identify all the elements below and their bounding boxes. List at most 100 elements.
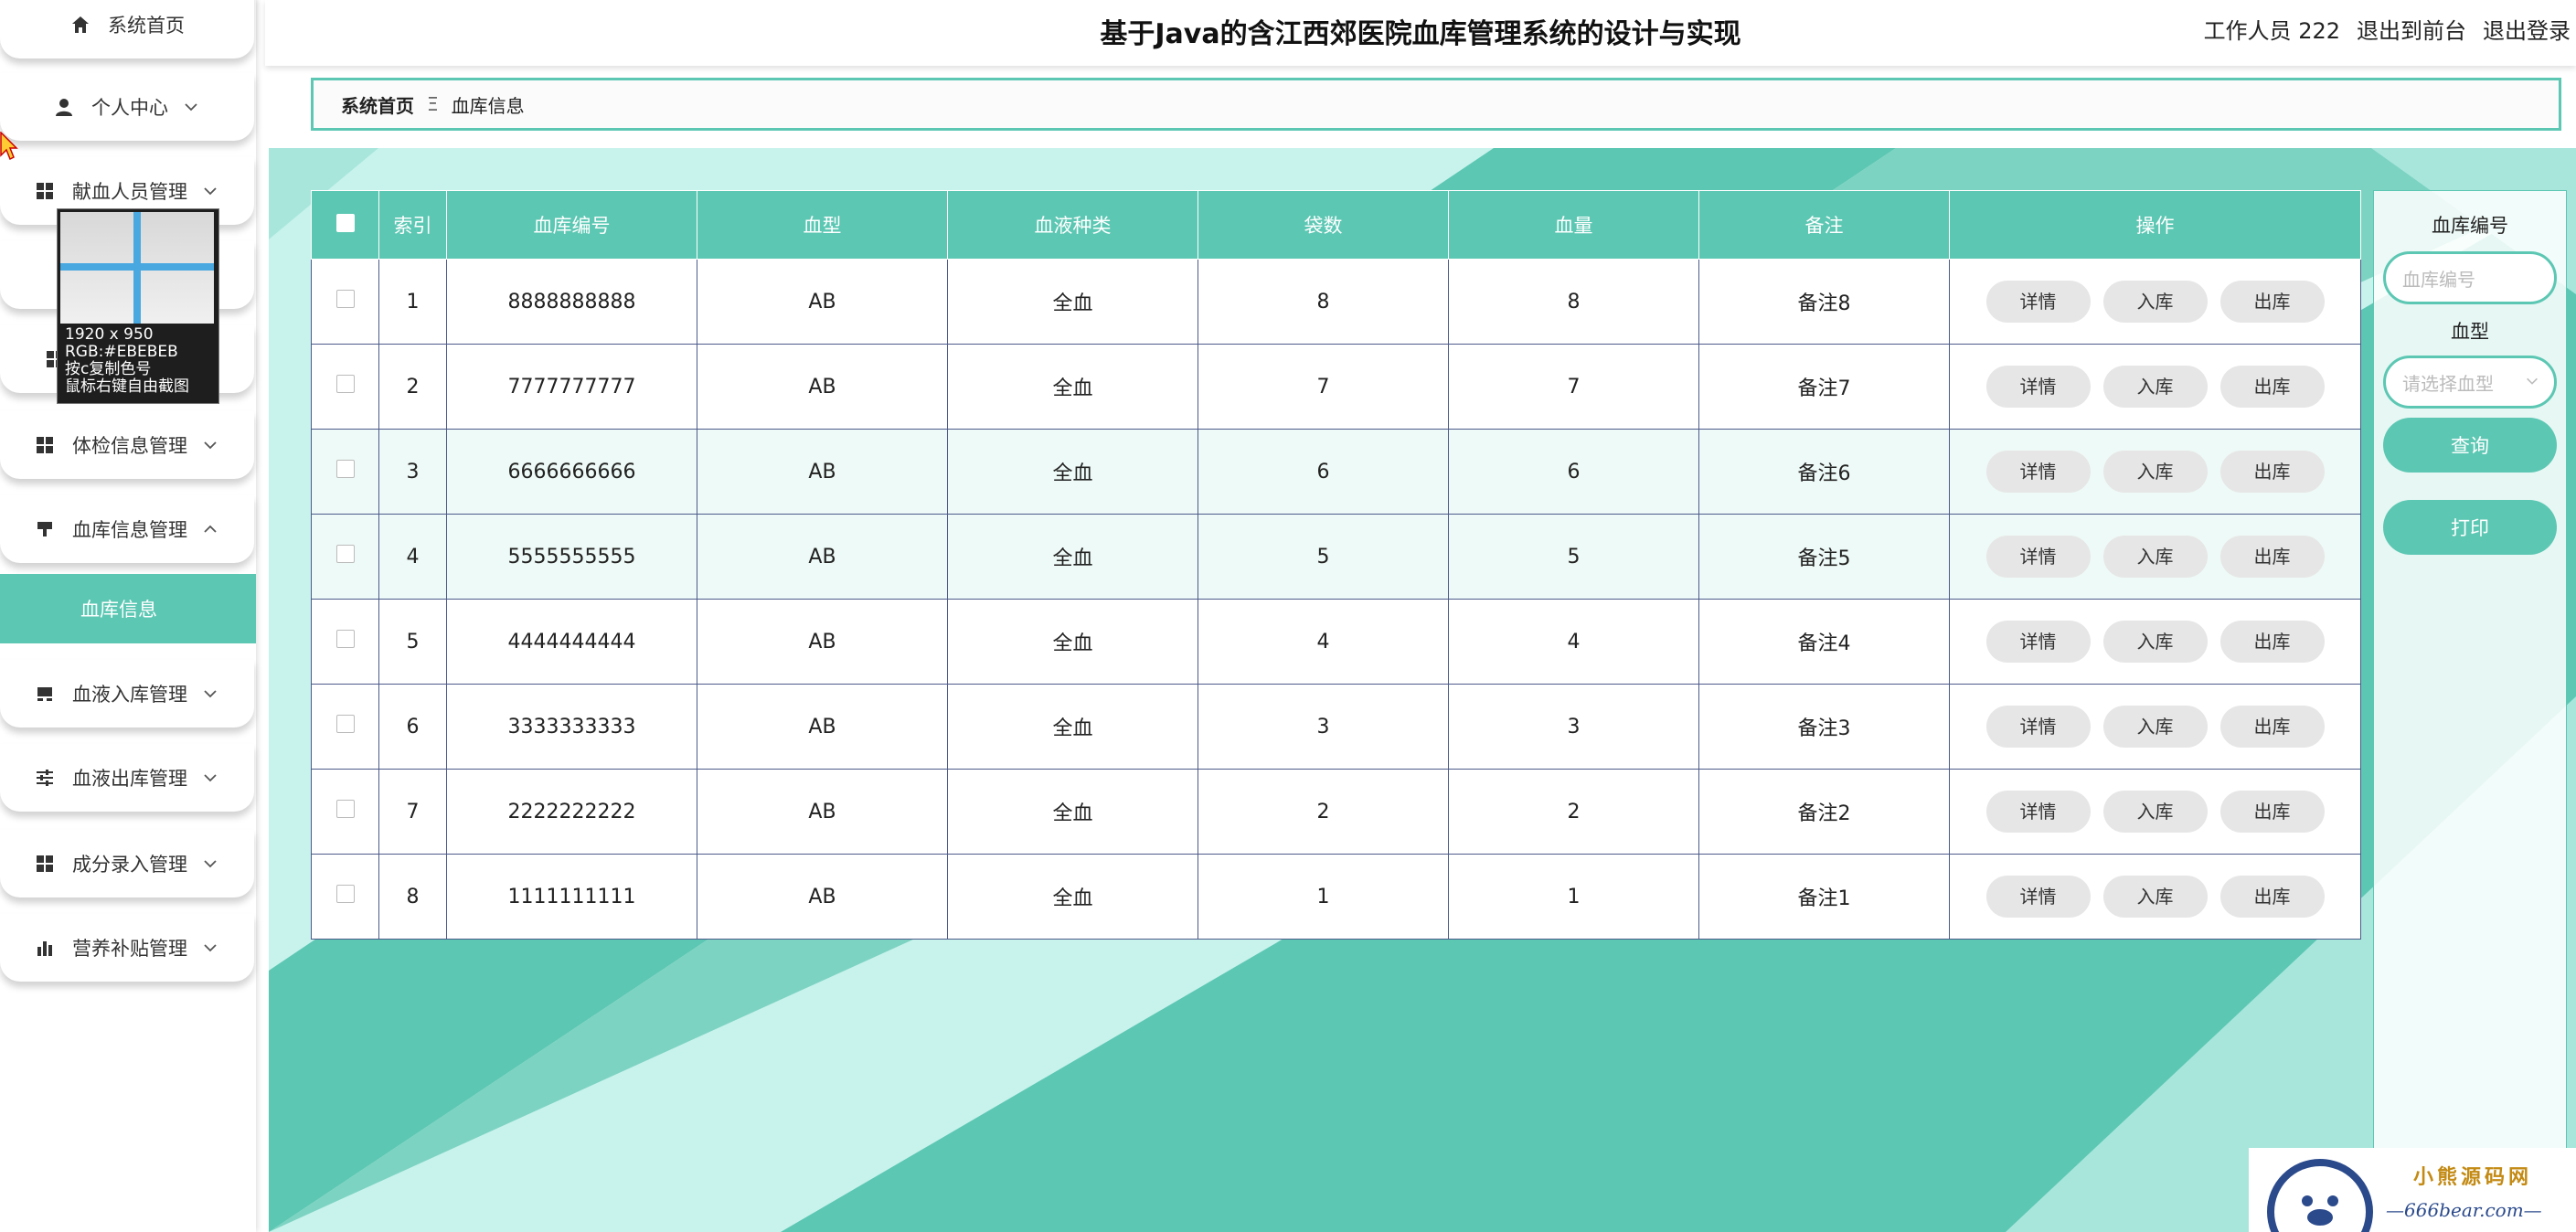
sidebar-item-home[interactable]: 系统首页 (0, 0, 254, 58)
stock-out-button[interactable]: 出库 (2219, 706, 2325, 748)
row-checkbox[interactable] (335, 545, 355, 563)
detail-button[interactable]: 详情 (1985, 706, 2091, 748)
table-body: 1 8888888888 AB 全血 8 8 备注8 详情 入库 出库 2 7777777777 AB 全… (311, 259, 2361, 940)
select-cell (311, 344, 379, 430)
breadcrumb-current: 血库信息 (451, 94, 525, 117)
query-button[interactable]: 查询 (2383, 418, 2557, 473)
kind-cell: 全血 (947, 684, 1198, 770)
row-checkbox[interactable] (335, 800, 355, 818)
column-header[interactable]: 袋数 (1198, 190, 1449, 260)
stock-out-button[interactable]: 出库 (2219, 366, 2325, 408)
bags-cell: 1 (1198, 854, 1449, 940)
detail-button[interactable]: 详情 (1985, 366, 2091, 408)
column-header[interactable]: 血库编号 (446, 190, 697, 260)
code-cell: 8888888888 (446, 259, 697, 345)
table-row[interactable]: 5 4444444444 AB 全血 4 4 备注4 详情 入库 出库 (311, 599, 2361, 685)
row-checkbox[interactable] (335, 630, 355, 648)
row-checkbox[interactable] (335, 460, 355, 478)
bloodtype-cell: AB (697, 344, 948, 430)
sidebar-item-component[interactable]: 成分录入管理 (0, 830, 254, 897)
table-row[interactable]: 2 7777777777 AB 全血 7 7 备注7 详情 入库 出库 (311, 344, 2361, 430)
code-cell: 4444444444 (446, 599, 697, 685)
query-button-label: 查询 (2451, 435, 2489, 457)
code-search-input[interactable]: 血库编号 (2383, 251, 2557, 304)
top-header: 基于Java的含江西郊医院血库管理系统的设计与实现 工作人员 222 退出到前台… (265, 0, 2576, 66)
stock-in-button[interactable]: 入库 (2102, 281, 2208, 323)
sidebar-item-checkup[interactable]: 体检信息管理 (0, 411, 254, 479)
grid-icon (34, 434, 56, 456)
bloodtype-cell: AB (697, 684, 948, 770)
stock-out-button[interactable]: 出库 (2219, 536, 2325, 578)
table-row[interactable]: 6 3333333333 AB 全血 3 3 备注3 详情 入库 出库 (311, 684, 2361, 770)
code-cell: 7777777777 (446, 344, 697, 430)
table-row[interactable]: 3 6666666666 AB 全血 6 6 备注6 详情 入库 出库 (311, 429, 2361, 515)
sidebar-item-label: 体检信息管理 (72, 435, 187, 457)
detail-button[interactable]: 详情 (1985, 876, 2091, 918)
kind-cell: 全血 (947, 599, 1198, 685)
stock-out-button[interactable]: 出库 (2219, 451, 2325, 493)
breadcrumb-home[interactable]: 系统首页 (341, 91, 414, 118)
chevron-up-icon (200, 519, 220, 539)
stock-in-button[interactable]: 入库 (2102, 451, 2208, 493)
stock-in-button[interactable]: 入库 (2102, 791, 2208, 833)
bloodbank-table: 索引 血库编号 血型 血液种类 袋数 血量 备注 操作 1 8888888888 A… (311, 190, 2361, 940)
stock-in-button[interactable]: 入库 (2102, 366, 2208, 408)
stock-in-button[interactable]: 入库 (2102, 621, 2208, 663)
table-row[interactable]: 1 8888888888 AB 全血 8 8 备注8 详情 入库 出库 (311, 259, 2361, 345)
detail-button[interactable]: 详情 (1985, 281, 2091, 323)
actions-cell: 详情 入库 出库 (1949, 514, 2361, 600)
index-cell: 7 (378, 769, 447, 855)
actions-cell: 详情 入库 出库 (1949, 429, 2361, 515)
sidebar-item-blood-in[interactable]: 血液入库管理 (0, 660, 254, 728)
column-header[interactable]: 血型 (697, 190, 948, 260)
column-header[interactable]: 血液种类 (947, 190, 1198, 260)
chevron-down-icon (200, 435, 220, 455)
stock-out-button[interactable]: 出库 (2219, 876, 2325, 918)
index-cell: 3 (378, 429, 447, 515)
header-actions: 工作人员 222 退出到前台 退出登录 (2204, 13, 2571, 45)
index-cell: 2 (378, 344, 447, 430)
stock-in-button[interactable]: 入库 (2102, 876, 2208, 918)
table-row[interactable]: 4 5555555555 AB 全血 5 5 备注5 详情 入库 出库 (311, 514, 2361, 600)
sidebar-item-personal[interactable]: 个人中心 (0, 73, 254, 141)
stock-out-button[interactable]: 出库 (2219, 791, 2325, 833)
row-checkbox[interactable] (335, 885, 355, 903)
sidebar-item-label: 血液出库管理 (72, 768, 187, 790)
detail-button[interactable]: 详情 (1985, 451, 2091, 493)
row-checkbox[interactable] (335, 375, 355, 393)
detail-button[interactable]: 详情 (1985, 536, 2091, 578)
bloodtype-cell: AB (697, 769, 948, 855)
picker-size: 1920 x 950 (65, 325, 154, 344)
note-cell: 备注7 (1698, 344, 1950, 430)
column-header[interactable]: 备注 (1698, 190, 1950, 260)
actions-cell: 详情 入库 出库 (1949, 344, 2361, 430)
sidebar-item-blood-out[interactable]: 血液出库管理 (0, 744, 254, 812)
code-label: 血库编号 (2432, 215, 2508, 237)
volume-cell: 7 (1448, 344, 1699, 430)
code-cell: 3333333333 (446, 684, 697, 770)
row-checkbox[interactable] (335, 290, 355, 308)
front-link[interactable]: 退出到前台 (2357, 13, 2466, 45)
bloodtype-select[interactable]: 请选择血型 (2383, 356, 2557, 409)
stock-out-button[interactable]: 出库 (2219, 281, 2325, 323)
index-cell: 1 (378, 259, 447, 345)
sidebar-item-label: 营养补贴管理 (72, 938, 187, 960)
table-row[interactable]: 8 1111111111 AB 全血 1 1 备注1 详情 入库 出库 (311, 854, 2361, 940)
table-row[interactable]: 7 2222222222 AB 全血 2 2 备注2 详情 入库 出库 (311, 769, 2361, 855)
stock-in-button[interactable]: 入库 (2102, 536, 2208, 578)
select-all-checkbox[interactable] (335, 213, 355, 232)
row-checkbox[interactable] (335, 715, 355, 733)
stock-out-button[interactable]: 出库 (2219, 621, 2325, 663)
inbox-icon (34, 683, 56, 705)
detail-button[interactable]: 详情 (1985, 791, 2091, 833)
sidebar-item-subsidy[interactable]: 营养补贴管理 (0, 914, 254, 982)
sidebar-subitem-bloodbank-info[interactable]: 血库信息 (0, 574, 256, 643)
column-header[interactable]: 血量 (1448, 190, 1699, 260)
stock-in-button[interactable]: 入库 (2102, 706, 2208, 748)
print-button[interactable]: 打印 (2383, 500, 2557, 555)
sidebar-item-bloodbank[interactable]: 血库信息管理 (0, 495, 254, 563)
code-cell: 6666666666 (446, 429, 697, 515)
detail-button[interactable]: 详情 (1985, 621, 2091, 663)
logout-link[interactable]: 退出登录 (2483, 13, 2571, 45)
sliders-icon (34, 767, 56, 789)
